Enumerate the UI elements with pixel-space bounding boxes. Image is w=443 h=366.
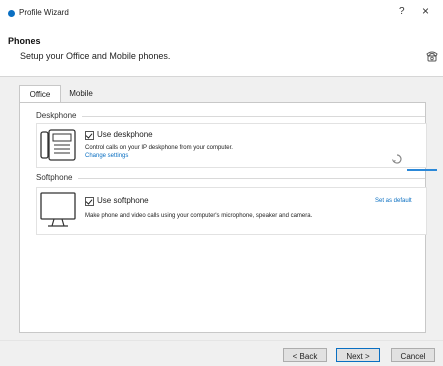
softphone-section: Use softphone Set as default Make phone …: [36, 187, 427, 235]
deskphone-section: Use deskphone Control calls on your IP d…: [36, 123, 427, 168]
footer-divider: [0, 340, 443, 341]
tab-mobile[interactable]: Mobile: [61, 85, 101, 102]
divider: [82, 116, 425, 117]
use-softphone-label: Use softphone: [97, 196, 149, 205]
divider: [78, 178, 425, 179]
softphone-description: Make phone and video calls using your co…: [85, 213, 313, 219]
cancel-button[interactable]: Cancel: [391, 348, 435, 362]
title-bar: Profile Wizard ? ×: [0, 0, 443, 28]
use-deskphone-label: Use deskphone: [97, 130, 153, 139]
back-button[interactable]: < Back: [283, 348, 327, 362]
deskphone-section-label: Deskphone: [36, 111, 77, 120]
phone-settings-icon: [426, 51, 438, 62]
change-settings-link[interactable]: Change settings: [85, 153, 128, 159]
loading-spinner-icon: [392, 154, 402, 164]
use-deskphone-checkbox[interactable]: [85, 131, 94, 140]
app-icon: [8, 10, 15, 17]
tab-office[interactable]: Office: [19, 85, 61, 103]
softphone-section-label: Softphone: [36, 173, 73, 182]
set-as-default-link[interactable]: Set as default: [375, 198, 412, 204]
computer-icon: [40, 192, 76, 227]
close-button[interactable]: ×: [422, 4, 429, 18]
page-subtitle: Setup your Office and Mobile phones.: [20, 51, 171, 61]
page-title: Phones: [8, 36, 41, 46]
window-title: Profile Wizard: [19, 8, 69, 17]
deskphone-description: Control calls on your IP deskphone from …: [85, 145, 233, 151]
use-softphone-checkbox[interactable]: [85, 197, 94, 206]
wizard-header: Phones Setup your Office and Mobile phon…: [0, 28, 443, 77]
focus-indicator: [407, 169, 437, 171]
next-button[interactable]: Next >: [336, 348, 380, 362]
help-button[interactable]: ?: [399, 6, 405, 17]
office-panel: Deskphone Use deskphone Control calls on…: [19, 102, 427, 333]
deskphone-icon: [40, 129, 76, 161]
